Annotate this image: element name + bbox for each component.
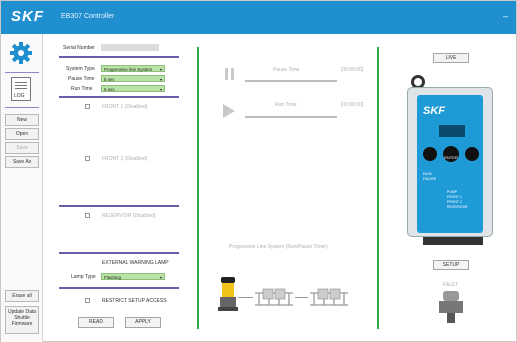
new-button[interactable]: New (5, 114, 39, 126)
run-time-value: 5 sec (104, 87, 115, 92)
apply-button[interactable]: APPLY (125, 317, 161, 328)
pause-time-value: 5 sec (104, 77, 115, 82)
sidebar-divider (5, 72, 39, 73)
dropdown-arrow-icon: ▾ (159, 77, 162, 82)
pause-time-label: Pause Time (68, 76, 95, 82)
front2-checkbox[interactable] (85, 156, 90, 161)
device-connectors (423, 237, 483, 245)
reservoir-checkbox[interactable] (85, 213, 90, 218)
update-firmware-button[interactable]: Update Data Shuttle Firmware (5, 306, 39, 334)
device-front1-label: FRONT 1 (447, 195, 462, 199)
lamp-type-select[interactable]: Flashing ▾ (101, 273, 165, 280)
section-divider (59, 287, 179, 289)
save-as-button[interactable]: Save As (5, 156, 39, 168)
pause-time-select[interactable]: 5 sec ▾ (101, 75, 165, 82)
pause-icon (225, 68, 234, 80)
play-icon (223, 104, 235, 118)
lamp-type-value: Flashing (104, 275, 122, 280)
pause-progress-bar (245, 80, 337, 82)
restrict-setup-label: RESTRICT SETUP ACCESS (102, 298, 167, 304)
read-button[interactable]: READ (78, 317, 114, 328)
system-type-label: System Type (66, 66, 95, 72)
front1-label: FRONT 1 (Disabled) (102, 104, 148, 110)
run-time-select[interactable]: 5 sec ▾ (101, 85, 165, 92)
pause-time-display-label: Pause Time (273, 67, 300, 73)
device-display (439, 125, 465, 137)
dropdown-arrow-icon: ▾ (159, 87, 162, 92)
device-front2-label: FRONT 2 (447, 200, 462, 204)
app-window: SKF EB307 Controller – LOG New Open Save… (0, 0, 517, 342)
front2-label: FRONT 2 (Disabled) (102, 156, 148, 162)
log-button[interactable]: LOG (11, 77, 31, 101)
restrict-setup-checkbox[interactable] (85, 298, 90, 303)
front1-checkbox[interactable] (85, 104, 90, 109)
minimize-button[interactable]: – (503, 11, 508, 21)
pump-illustration (218, 277, 238, 313)
setup-button[interactable]: SETUP (433, 260, 469, 270)
fault-label: FAULT (443, 282, 459, 288)
lamp-type-label: Lamp Type (71, 274, 96, 280)
run-time-counter: [00:00:00] (341, 102, 364, 108)
up-arrow-icon (423, 147, 437, 161)
device-reservoir-label: RESERVOIR (447, 205, 468, 209)
system-type-value: Progressive line System (104, 67, 153, 72)
progressive-feeder-illustration (308, 287, 350, 309)
lube-line-illustration (238, 297, 253, 298)
title-bar: SKF EB307 Controller – (1, 1, 516, 34)
dropdown-arrow-icon: ▾ (159, 67, 162, 72)
open-button[interactable]: Open (5, 128, 39, 140)
erase-all-button[interactable]: Erase all (5, 290, 39, 302)
settings-gear-icon[interactable] (10, 42, 32, 64)
skf-logo: SKF (11, 8, 44, 25)
down-arrow-icon (465, 147, 479, 161)
window-title: EB307 Controller (61, 13, 115, 20)
device-pump-label: PUMP (447, 190, 458, 194)
run-progress-bar (245, 116, 337, 118)
serial-number-field[interactable] (101, 44, 159, 51)
center-divider-left (197, 47, 199, 329)
lube-line-illustration (295, 297, 308, 298)
sidebar-divider (5, 107, 39, 108)
system-type-select[interactable]: Progressive line System ▾ (101, 65, 165, 72)
warning-lamp-heading: EXTERNAL WARNING LAMP (102, 260, 169, 266)
log-label: LOG (14, 93, 25, 99)
system-diagram-caption: Progressive Line System (Run/Pause Timer… (229, 244, 328, 250)
serial-number-label: Serial Number (63, 45, 95, 51)
live-button[interactable]: LIVE (433, 53, 469, 63)
enter-button-icon: ENTER (443, 146, 459, 162)
dropdown-arrow-icon: ▾ (159, 275, 162, 280)
sidebar: LOG New Open Save Save As Erase all Upda… (1, 34, 43, 342)
section-divider (59, 252, 179, 254)
section-divider (59, 96, 179, 98)
section-divider (59, 56, 179, 58)
pause-label: PAUSE (423, 176, 437, 181)
document-icon (15, 82, 27, 83)
reservoir-label: RESERVOIR (Disabled) (102, 213, 156, 219)
center-divider-right (377, 47, 379, 329)
run-time-display-label: Run Time (275, 102, 297, 108)
section-divider (59, 205, 179, 207)
run-time-label: Run Time (71, 86, 93, 92)
save-button[interactable]: Save (5, 142, 39, 154)
progressive-feeder-illustration (253, 287, 295, 309)
controller-device-illustration: SKF ENTER RUN PAUSE PUMP FRONT 1 FRONT 2… (403, 75, 497, 251)
device-brand-label: SKF (423, 105, 445, 117)
enter-label: ENTER (444, 155, 458, 160)
pause-time-counter: [00:00:00] (341, 67, 364, 73)
warning-lamp-illustration (439, 291, 463, 325)
